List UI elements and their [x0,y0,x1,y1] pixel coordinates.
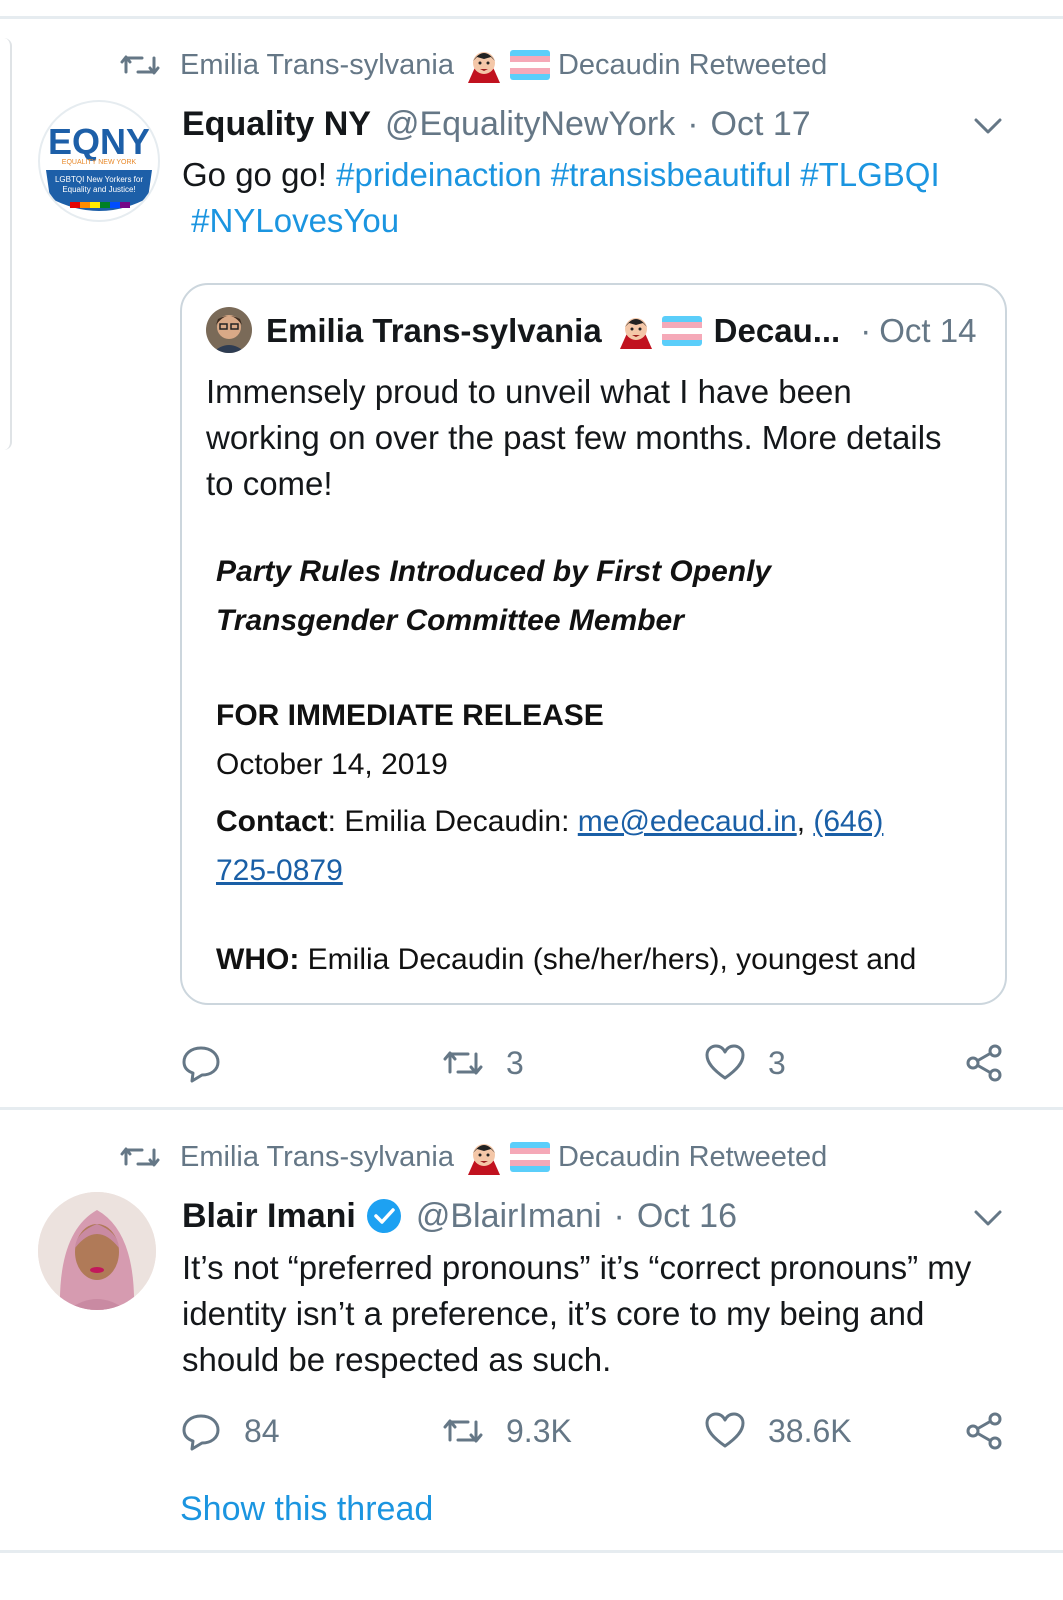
share-button[interactable] [964,1038,1006,1088]
trans-flag-icon [509,50,550,80]
hashtag-link[interactable]: #NYLovesYou [191,202,399,239]
top-divider [0,16,1063,19]
vampire-emoji-icon [467,52,500,83]
drawer-edge [0,38,12,450]
retweet-icon [443,1419,483,1443]
reply-count: 84 [244,1412,280,1449]
avatar-emilia[interactable] [206,307,252,353]
retweet-count: 9.3K [506,1412,572,1449]
contact-label: Contact [216,805,328,838]
avatar-image [206,307,252,353]
quote-text: Immensely proud to unveil what I have be… [206,373,942,502]
reply-icon [182,1046,220,1083]
avatar-equality-ny[interactable]: EQNY EQUALITY NEW YORK LGBTQI New Yorker… [38,100,160,222]
chevron-down-icon[interactable] [972,1208,1004,1228]
hashtag-link[interactable]: #TLGBQI [800,156,939,193]
retweet-button[interactable]: 3 [442,1038,524,1088]
tweet-header: Equality NY @EqualityNewYork · Oct 17 [182,102,811,146]
tweet-divider [0,1107,1063,1110]
reply-button[interactable]: 84 [180,1406,280,1456]
separator-dot: · [613,1196,625,1235]
trans-flag-icon [661,316,702,346]
quote-date: Oct 14 [879,312,977,349]
chevron-down-icon[interactable] [972,116,1004,136]
retweet-icon [120,55,160,75]
retweeter-name: Emilia Trans-sylvania [180,1140,454,1173]
equality-ny-logo: EQNY EQUALITY NEW YORK LGBTQI New Yorker… [46,121,152,211]
contact-name: : Emilia Decaudin: [327,805,578,838]
tweet-text: It’s not “preferred pronouns” it’s “corr… [182,1249,972,1378]
hashtag-link[interactable]: #transisbeautiful [551,156,791,193]
tweet-header: Blair Imani @BlairImani · Oct 16 [182,1194,737,1238]
quote-author-name-suffix: Decau... [713,312,841,349]
share-icon [966,1044,1002,1082]
like-button[interactable]: 38.6K [704,1406,852,1456]
who-text: Emilia Decaudin (she/her/hers), youngest… [299,943,917,976]
contact-line: Contact: Emilia Decaudin: me@edecaud.in,… [216,805,884,887]
who-line: WHO: Emilia Decaudin (she/her/hers), you… [216,943,976,977]
like-count: 3 [768,1044,786,1081]
separator-dot: · [860,312,872,349]
email-link: me@edecaud.in [577,805,797,838]
doc-title-line: Transgender Committee Member [216,604,684,637]
share-icon [966,1412,1002,1450]
release-date: October 14, 2019 [216,748,448,781]
share-button[interactable] [964,1406,1006,1456]
svg-text:EQUALITY NEW YORK: EQUALITY NEW YORK [62,159,137,166]
quote-header: Emilia Trans-sylvania Decau... · Oct 14 [266,309,976,353]
quote-author-name: Emilia Trans-sylvania [266,312,602,349]
phone-link: 725-0879 [216,854,343,887]
tweet-actions: 84 9.3K 38.6K [180,1406,1020,1456]
reply-button[interactable] [180,1038,222,1088]
heart-icon [705,1044,745,1080]
quoted-tweet[interactable]: Emilia Trans-sylvania Decau... · Oct 14 … [180,283,1007,1005]
retweet-count: 3 [506,1044,524,1081]
tweet-actions: 3 3 [180,1038,1020,1088]
retweet-icon [443,1051,483,1075]
avatar-image [38,1192,156,1310]
vampire-emoji-icon [619,318,652,349]
svg-text:LGBTQI New Yorkers for: LGBTQI New Yorkers for [55,175,143,184]
retweet-icon [120,1147,160,1167]
like-button[interactable]: 3 [704,1038,786,1088]
phone-link: (646) [813,805,884,838]
author-name[interactable]: Equality NY [182,105,371,144]
retweeted-suffix: Decaudin Retweeted [557,48,828,81]
who-label: WHO: [216,943,300,976]
retweet-context[interactable]: Emilia Trans-sylvania Decaudin Retweeted [120,45,827,85]
retweet-button[interactable]: 9.3K [442,1406,572,1456]
author-handle[interactable]: @EqualityNewYork [385,105,675,144]
retweeted-suffix: Decaudin Retweeted [557,1140,828,1173]
retweet-context[interactable]: Emilia Trans-sylvania Decaudin Retweeted [120,1137,827,1177]
bottom-divider [0,1550,1063,1553]
avatar-blair-imani[interactable] [38,1192,156,1310]
trans-flag-icon [509,1142,550,1172]
svg-text:Equality and Justice!: Equality and Justice! [62,185,135,194]
hashtag-link[interactable]: #prideinaction [336,156,541,193]
doc-title-line: Party Rules Introduced by First Openly [216,555,772,588]
like-count: 38.6K [768,1412,852,1449]
tweet-text: Go go go! #prideinaction #transisbeautif… [182,152,1022,244]
separator-dot: · [687,104,699,143]
verified-badge-icon [366,1199,401,1233]
author-handle[interactable]: @BlairImani [416,1197,602,1236]
retweeter-name: Emilia Trans-sylvania [180,48,454,81]
show-thread-link[interactable]: Show this thread [180,1490,433,1529]
tweet-text-plain: Go go go! [182,156,337,193]
doc-title: Party Rules Introduced by First Openly T… [216,547,976,645]
heart-icon [705,1412,745,1448]
tweet-date[interactable]: Oct 16 [637,1197,737,1236]
release-heading: FOR IMMEDIATE RELEASE [216,699,604,732]
vampire-emoji-icon [467,1144,500,1175]
tweet-date[interactable]: Oct 17 [711,105,811,144]
author-name[interactable]: Blair Imani [182,1197,356,1236]
logo-text: EQNY [48,121,150,162]
reply-icon [182,1414,220,1451]
